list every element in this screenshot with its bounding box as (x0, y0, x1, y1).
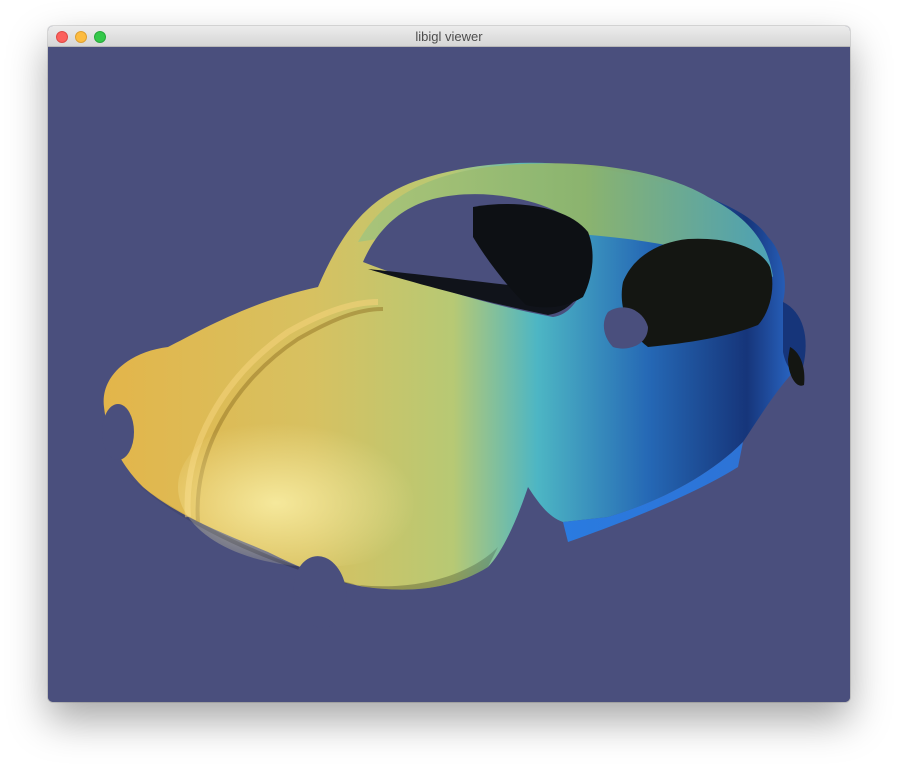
viewer-window: libigl viewer (48, 26, 850, 702)
title-bar[interactable]: libigl viewer (48, 26, 850, 47)
3d-viewport[interactable] (48, 47, 850, 702)
window-title: libigl viewer (415, 29, 483, 44)
car-render (102, 162, 806, 628)
specular-highlight (178, 407, 458, 567)
headlight-hole (102, 404, 134, 460)
